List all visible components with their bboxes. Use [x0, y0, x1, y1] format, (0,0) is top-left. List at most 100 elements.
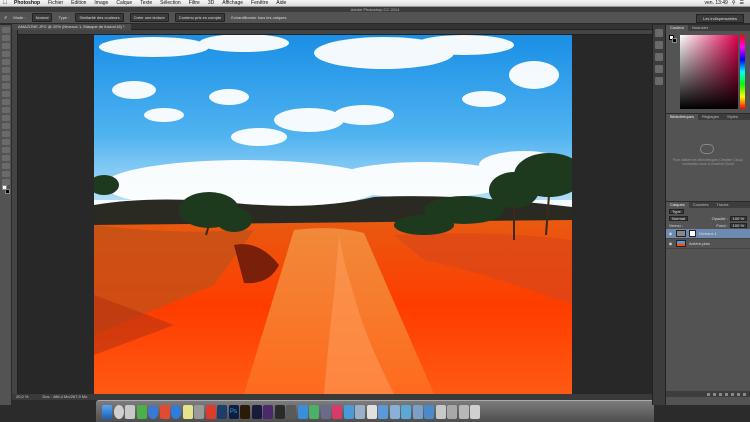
- apple-icon[interactable]: : [0, 0, 10, 6]
- healing-tool-icon[interactable]: [1, 75, 10, 81]
- app-icon-7[interactable]: [309, 404, 319, 419]
- trash-icon[interactable]: [743, 392, 746, 396]
- app-icon-3[interactable]: [251, 404, 262, 419]
- fill-field[interactable]: 100 %: [729, 223, 747, 228]
- pen-tool-icon[interactable]: [1, 139, 10, 145]
- eye-icon[interactable]: ◉: [668, 231, 673, 236]
- shape-tool-icon[interactable]: [1, 163, 10, 169]
- finder-icon[interactable]: [102, 404, 112, 419]
- tab-styles[interactable]: Styles: [723, 114, 742, 120]
- doc-info[interactable]: Doc : 486,4 Mo/267,9 Mo: [42, 394, 87, 400]
- dodge-tool-icon[interactable]: [1, 131, 10, 137]
- content-aware-button[interactable]: Contenu pris en compte: [174, 13, 226, 22]
- layer-mask-thumb[interactable]: [689, 230, 696, 237]
- layer-row-background[interactable]: ◉ Arrière-plan: [666, 239, 750, 249]
- type-tool-icon[interactable]: [1, 147, 10, 153]
- brush-icon[interactable]: ✐: [4, 15, 7, 20]
- folder-icon-2[interactable]: [355, 404, 365, 419]
- folder-icon-6[interactable]: [412, 404, 423, 419]
- mask-icon[interactable]: [719, 392, 722, 396]
- app-icon-1[interactable]: [159, 404, 170, 419]
- tab-calques[interactable]: Calques: [666, 202, 689, 208]
- fg-bg-swatches[interactable]: [669, 35, 677, 43]
- brush-panel-icon[interactable]: [655, 65, 663, 73]
- folder-icon-3[interactable]: [378, 404, 388, 419]
- history-panel-icon[interactable]: [655, 29, 663, 37]
- color-field[interactable]: [680, 35, 738, 109]
- menu-edition[interactable]: Edition: [67, 0, 90, 6]
- eyedropper-tool-icon[interactable]: [1, 67, 10, 73]
- notifications-icon[interactable]: ☰: [740, 0, 744, 6]
- adjustment-icon[interactable]: [725, 392, 728, 396]
- bg-swatch[interactable]: [672, 38, 677, 43]
- folder-icon[interactable]: [343, 404, 354, 419]
- info-panel-icon[interactable]: [655, 53, 663, 61]
- app-icon-11[interactable]: [447, 404, 457, 419]
- app-icon-12[interactable]: [458, 404, 469, 419]
- link-icon[interactable]: [707, 392, 710, 396]
- menu-fichier[interactable]: Fichier: [44, 0, 67, 6]
- premiere-icon[interactable]: [240, 404, 250, 419]
- canvas-image[interactable]: [94, 35, 572, 394]
- stamp-tool-icon[interactable]: [1, 91, 10, 97]
- layer-filter-select[interactable]: Type: [669, 209, 684, 214]
- menu-aide[interactable]: Aide: [272, 0, 290, 6]
- trash-icon[interactable]: [470, 404, 480, 419]
- app-icon-4[interactable]: [263, 404, 273, 419]
- hue-slider[interactable]: [740, 35, 745, 109]
- fx-icon[interactable]: [713, 392, 716, 396]
- tab-nuancier[interactable]: Nuancier: [688, 25, 712, 31]
- eraser-tool-icon[interactable]: [1, 107, 10, 113]
- crop-tool-icon[interactable]: [1, 59, 10, 65]
- similarity-button[interactable]: Similarité des couleurs: [75, 13, 124, 22]
- menu-texte[interactable]: Texte: [136, 0, 156, 6]
- app-icon-9[interactable]: [332, 404, 342, 419]
- workspace-select[interactable]: Les indispensables: [695, 14, 744, 23]
- notes-icon[interactable]: [182, 404, 193, 419]
- menu-filtre[interactable]: Filtre: [185, 0, 204, 6]
- app-store-icon[interactable]: [171, 404, 181, 419]
- app-icon-8[interactable]: [320, 404, 331, 419]
- path-select-tool-icon[interactable]: [1, 155, 10, 161]
- eye-icon[interactable]: ◉: [668, 241, 673, 246]
- document-icon[interactable]: [366, 404, 377, 419]
- filezilla-icon[interactable]: [205, 404, 216, 419]
- menu-affichage[interactable]: Affichage: [218, 0, 247, 6]
- background-color-swatch[interactable]: [5, 189, 10, 194]
- app-icon-5[interactable]: [286, 404, 296, 419]
- history-brush-tool-icon[interactable]: [1, 99, 10, 105]
- tab-bibliotheques[interactable]: Bibliothèques: [666, 114, 699, 120]
- quick-select-tool-icon[interactable]: [1, 51, 10, 57]
- app-icon-10[interactable]: [435, 404, 446, 419]
- mode-select[interactable]: Normal: [31, 13, 53, 22]
- safari-icon[interactable]: [148, 404, 158, 419]
- gradient-tool-icon[interactable]: [1, 115, 10, 121]
- clock[interactable]: ven. 13:49: [704, 0, 727, 6]
- tab-traces[interactable]: Tracés: [712, 202, 732, 208]
- lasso-tool-icon[interactable]: [1, 43, 10, 49]
- menu-app[interactable]: Photoshop: [10, 0, 44, 6]
- launchpad-icon[interactable]: [113, 404, 124, 419]
- menu-calque[interactable]: Calque: [112, 0, 136, 6]
- tab-couleur[interactable]: Couleur: [666, 25, 689, 31]
- menu-selection[interactable]: Sélection: [156, 0, 185, 6]
- lightroom-icon[interactable]: [274, 404, 285, 419]
- marquee-tool-icon[interactable]: [1, 35, 10, 41]
- properties-panel-icon[interactable]: [655, 41, 663, 49]
- layer-row-levels[interactable]: ◉ Niveaux 1: [666, 229, 750, 239]
- move-tool-icon[interactable]: [1, 27, 10, 33]
- new-layer-icon[interactable]: [737, 392, 740, 396]
- brush-tool-icon[interactable]: [1, 83, 10, 89]
- menu-image[interactable]: Image: [90, 0, 112, 6]
- preview-icon[interactable]: [125, 404, 135, 419]
- system-preferences-icon[interactable]: [194, 404, 204, 419]
- calendar-icon[interactable]: [136, 404, 147, 419]
- opacity-field[interactable]: 100 %: [729, 216, 747, 221]
- zoom-level[interactable]: 20,0 %: [16, 394, 28, 400]
- folder-icon-4[interactable]: [389, 404, 400, 419]
- group-icon[interactable]: [731, 392, 734, 396]
- app-icon-6[interactable]: [297, 404, 308, 419]
- folder-icon-5[interactable]: [401, 404, 411, 419]
- photoshop-icon[interactable]: Ps: [228, 404, 239, 419]
- blur-tool-icon[interactable]: [1, 123, 10, 129]
